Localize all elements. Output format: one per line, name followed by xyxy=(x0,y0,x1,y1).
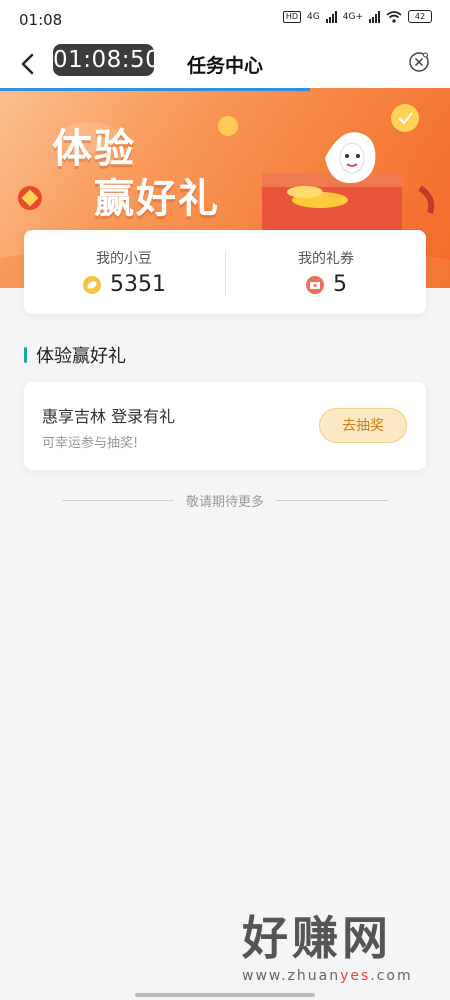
hd-icon: HD xyxy=(282,10,302,23)
task-subtitle: 可幸运参与抽奖! xyxy=(42,436,139,451)
wifi-icon xyxy=(386,10,402,23)
coupon-icon xyxy=(306,275,324,294)
draw-lottery-button[interactable]: 去抽奖 xyxy=(319,408,407,443)
stat-beans[interactable]: 我的小豆 5351 xyxy=(24,230,224,314)
timer-badge: 01:08:50 xyxy=(53,44,160,76)
network-4g-label: 4G xyxy=(307,11,320,22)
nav-bar: 01:08:50 任务中心 xyxy=(0,42,450,88)
more-coming-hint: 敬请期待更多 xyxy=(62,490,389,510)
signal-icon xyxy=(325,10,337,23)
page-progress-bar xyxy=(0,88,310,91)
stat-coupons[interactable]: 我的礼券 5 xyxy=(226,230,426,314)
stat-coupons-value: 5 xyxy=(333,272,347,297)
more-coming-text: 敬请期待更多 xyxy=(186,494,265,510)
status-icons: HD 4G 4G+ 42 xyxy=(282,10,432,23)
status-bar: 01:08 HD 4G 4G+ 42 xyxy=(0,0,450,42)
network-4g-plus-label: 4G+ xyxy=(342,11,363,22)
home-indicator[interactable] xyxy=(135,993,315,997)
chevron-left-icon xyxy=(21,53,34,75)
watermark: 好赚网 www.zhuanyes.com xyxy=(242,910,432,990)
stats-card: 我的小豆 5351 我的礼券 5 xyxy=(24,230,426,314)
task-title: 惠享吉林 登录有礼 xyxy=(42,407,176,426)
task-card: 惠享吉林 登录有礼 可幸运参与抽奖! 去抽奖 xyxy=(24,382,426,470)
banner-title-line2: 赢好礼 xyxy=(94,176,220,222)
section-accent-bar xyxy=(24,347,27,363)
close-button[interactable] xyxy=(408,51,430,73)
stat-beans-value: 5351 xyxy=(110,272,166,297)
back-button[interactable] xyxy=(14,48,44,80)
divider-right xyxy=(276,499,389,501)
close-circle-icon xyxy=(409,52,429,72)
section-title: 体验赢好礼 xyxy=(36,346,126,367)
battery-icon: 42 xyxy=(408,10,432,23)
watermark-title: 好赚网 xyxy=(242,911,392,965)
stat-coupons-label: 我的礼券 xyxy=(298,251,354,267)
stat-beans-label: 我的小豆 xyxy=(96,251,152,267)
bean-coin-icon xyxy=(83,275,101,294)
status-time: 01:08 xyxy=(19,11,63,29)
signal-icon-2 xyxy=(369,10,380,23)
watermark-url: www.zhuanyes.com xyxy=(242,968,413,984)
section-header: 体验赢好礼 xyxy=(24,344,126,367)
divider-left xyxy=(62,499,174,501)
